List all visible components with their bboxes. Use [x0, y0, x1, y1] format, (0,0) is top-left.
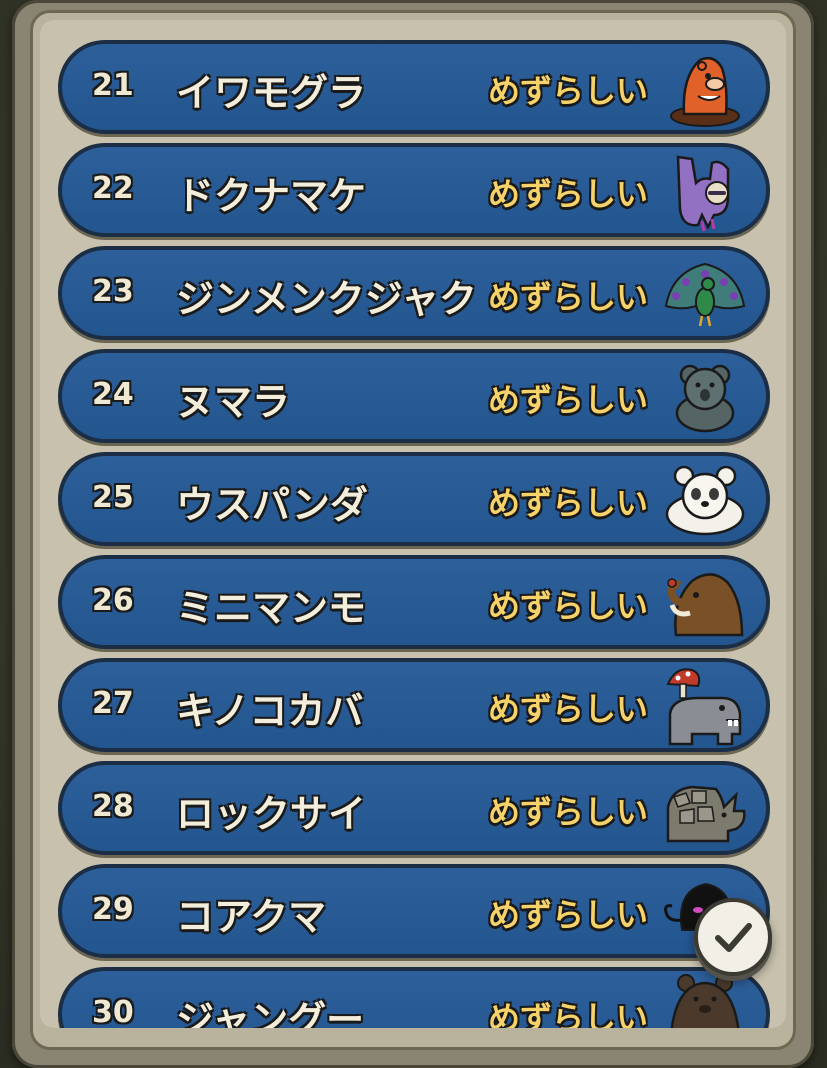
- item-rarity: めずらしい: [488, 484, 649, 522]
- item-number: 26: [92, 583, 134, 618]
- item-number: 21: [92, 68, 134, 103]
- list-item[interactable]: 30 ジャングー めずらしい: [58, 967, 770, 1028]
- item-rarity: めずらしい: [488, 999, 649, 1028]
- item-name: ドクナマケ: [176, 174, 367, 218]
- item-name: ジャングー: [176, 998, 365, 1028]
- item-name: コアクマ: [176, 895, 327, 939]
- item-name: イワモグラ: [176, 71, 367, 115]
- item-name: ウスパンダ: [176, 483, 368, 527]
- item-number: 27: [92, 686, 134, 721]
- list-item[interactable]: 28 ロックサイ めずらしい: [58, 761, 770, 855]
- list-item[interactable]: 21 イワモグラ めずらしい: [58, 40, 770, 134]
- item-name: ヌマラ: [176, 380, 291, 424]
- mushroom-hippo-icon: [666, 668, 742, 746]
- item-number: 24: [92, 377, 134, 412]
- item-name: キノコカバ: [176, 689, 364, 733]
- item-rarity: めずらしい: [488, 793, 649, 831]
- item-name: ミニマンモ: [176, 586, 367, 630]
- list-item[interactable]: 29 コアクマ めずらしい: [58, 864, 770, 958]
- list-item[interactable]: 23 ジンメンクジャク めずらしい: [58, 246, 770, 340]
- item-name: ロックサイ: [176, 792, 367, 836]
- checkmark-icon: [715, 923, 752, 952]
- item-number: 23: [92, 274, 134, 309]
- item-rarity: めずらしい: [488, 381, 649, 419]
- sloth-icon: [676, 155, 730, 232]
- list-item[interactable]: 22 ドクナマケ めずらしい: [58, 143, 770, 237]
- peacock-icon: [664, 262, 746, 327]
- list-item[interactable]: 27 キノコカバ めずらしい: [58, 658, 770, 752]
- mammoth-icon: [667, 573, 744, 637]
- list-item[interactable]: 26 ミニマンモ めずらしい: [58, 555, 770, 649]
- list-item[interactable]: 25 ウスパンダ めずらしい: [58, 452, 770, 546]
- list-item[interactable]: 24 ヌマラ めずらしい: [58, 349, 770, 443]
- item-rarity: めずらしい: [488, 690, 649, 728]
- item-rarity: めずらしい: [488, 896, 649, 934]
- item-number: 28: [92, 789, 134, 824]
- rock-rhino-icon: [666, 785, 746, 843]
- panda-icon: [665, 465, 745, 536]
- confirm-button[interactable]: [694, 898, 772, 976]
- item-number: 29: [92, 892, 134, 927]
- item-rarity: めずらしい: [488, 278, 649, 316]
- mole-icon: [670, 57, 740, 127]
- item-number: 30: [92, 995, 134, 1028]
- item-rarity: めずらしい: [488, 175, 649, 213]
- animal-list[interactable]: 21 イワモグラ めずらしい 22 ドクナマケ めずらしい 23 ジンメンクジャ…: [40, 20, 786, 1028]
- item-number: 25: [92, 480, 134, 515]
- bear-icon: [670, 974, 740, 1028]
- item-number: 22: [92, 171, 134, 206]
- koala-icon: [675, 364, 735, 433]
- item-rarity: めずらしい: [488, 72, 649, 110]
- item-name: ジンメンクジャク: [176, 277, 477, 321]
- item-rarity: めずらしい: [488, 587, 649, 625]
